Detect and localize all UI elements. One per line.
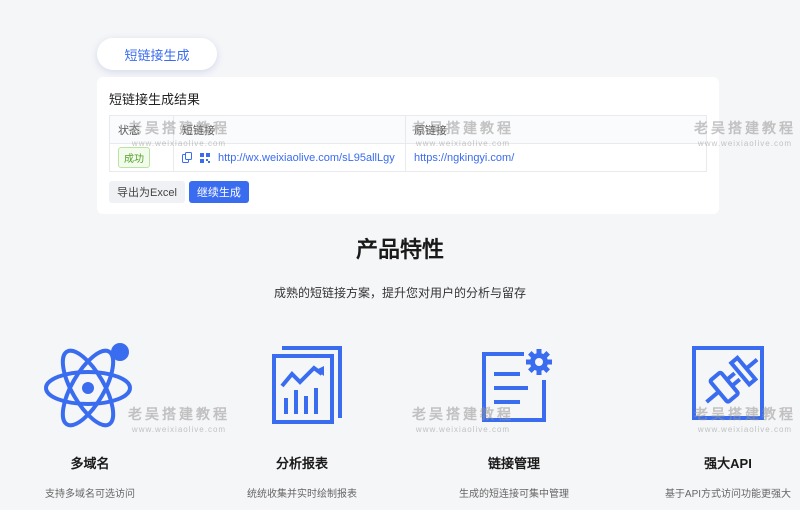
column-header-original-link: 原链接 <box>405 115 707 144</box>
feature-api: 强大API 基于API方式访问功能更强大 <box>628 340 800 500</box>
short-link[interactable]: http://wx.weixiaolive.com/sL95allLgy <box>218 152 395 164</box>
feature-multi-domain: 多域名 支持多域名可选访问 <box>0 340 190 500</box>
tab-short-link-generate[interactable]: 短链接生成 <box>97 38 217 70</box>
original-link[interactable]: https://ngkingyi.com/ <box>414 152 514 164</box>
features-title: 产品特性 <box>355 237 444 262</box>
result-card-title: 短链接生成结果 <box>109 92 201 107</box>
features-subtitle: 成熟的短链接方案，提升您对用户的分析与留存 <box>273 286 526 300</box>
feature-desc: 生成的短连接可集中管理 <box>459 489 569 500</box>
column-header-status: 状态 <box>109 115 174 144</box>
export-excel-button[interactable]: 导出为Excel <box>109 181 185 203</box>
qrcode-icon[interactable] <box>200 152 210 163</box>
table-row: 成功 http://wx.weixiaolive.com/sL95allLgy <box>109 143 707 172</box>
result-table: 状态 短链接 原链接 成功 http://wx.weixiaolive.com/… <box>109 115 707 172</box>
status-badge: 成功 <box>118 147 150 168</box>
feature-name: 强大API <box>704 456 752 471</box>
feature-name: 分析报表 <box>275 456 328 471</box>
atom-icon <box>44 343 132 428</box>
feature-desc: 统统收集并实时绘制报表 <box>247 489 357 500</box>
document-gear-icon <box>482 349 552 422</box>
feature-analytics-report: 分析报表 统统收集并实时绘制报表 <box>202 340 402 500</box>
feature-name: 链接管理 <box>487 456 540 471</box>
short-link-cell: http://wx.weixiaolive.com/sL95allLgy <box>173 143 406 172</box>
result-actions: 导出为Excel 继续生成 <box>109 181 249 203</box>
feature-desc: 基于API方式访问功能更强大 <box>664 489 792 500</box>
feature-link-management: 链接管理 生成的短连接可集中管理 <box>414 340 614 500</box>
original-link-cell: https://ngkingyi.com/ <box>405 143 707 172</box>
result-card: 短链接生成结果 状态 短链接 原链接 成功 http://wx.weixiaol… <box>97 77 719 214</box>
feature-name: 多域名 <box>70 456 110 471</box>
continue-generate-button[interactable]: 继续生成 <box>188 181 249 203</box>
column-header-short-link: 短链接 <box>173 115 406 144</box>
status-cell: 成功 <box>109 143 174 172</box>
plug-icon <box>692 346 764 420</box>
copy-icon[interactable] <box>182 152 192 164</box>
feature-desc: 支持多域名可选访问 <box>45 489 135 500</box>
table-header-row: 状态 短链接 原链接 <box>109 115 707 144</box>
chart-report-icon <box>272 346 342 424</box>
